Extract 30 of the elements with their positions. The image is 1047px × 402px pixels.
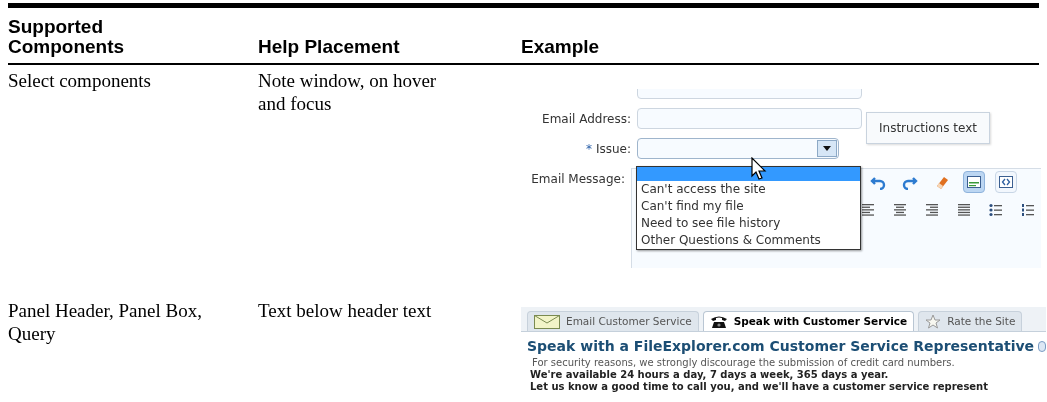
field-label: Email Message: bbox=[530, 171, 625, 188]
star-icon bbox=[925, 314, 942, 329]
table-cell-text: Select components bbox=[8, 69, 152, 93]
dropdown-option[interactable]: Can't access the site bbox=[637, 181, 860, 198]
table-cell-text: Panel Header, Panel Box, Query bbox=[8, 299, 203, 346]
help-icon[interactable] bbox=[1038, 341, 1046, 352]
envelope-icon bbox=[534, 314, 560, 329]
dropdown-option[interactable]: Can't find my file bbox=[637, 198, 860, 215]
tab[interactable]: Rate the Site bbox=[918, 311, 1023, 331]
field-label: Email Address: bbox=[541, 111, 631, 128]
tab[interactable]: Email Customer Service bbox=[527, 311, 699, 331]
dropdown-option[interactable]: Other Questions & Comments bbox=[637, 232, 860, 249]
tab[interactable]: Speak with Customer Service bbox=[702, 311, 915, 331]
panel-heading: Speak with a FileExplorer.com Customer Service Representative bbox=[527, 337, 1035, 356]
note-window: Instructions text bbox=[866, 112, 990, 144]
field-label: * Issue: bbox=[585, 141, 631, 158]
table-cell-text: Note window, on hover and focus bbox=[258, 69, 438, 116]
table-cell-text: Text below header text bbox=[258, 299, 433, 323]
design-view-icon[interactable] bbox=[963, 171, 985, 193]
column-header: Example bbox=[521, 37, 601, 57]
telephone-icon bbox=[709, 314, 728, 329]
panel-text: For security reasons, we strongly discourage the submission of credit card numbers. bbox=[531, 357, 956, 369]
dropdown-option[interactable]: Need to see file history bbox=[637, 215, 860, 232]
source-view-icon[interactable] bbox=[995, 171, 1017, 193]
column-header: Supported Components bbox=[8, 17, 126, 57]
select-field[interactable] bbox=[637, 138, 839, 159]
input-field[interactable] bbox=[637, 108, 862, 129]
panel-text: Let us know a good time to call you, and we'll have a customer service represent bbox=[530, 381, 989, 393]
panel-text: We're available 24 hours a day, 7 days a week, 365 days a year. bbox=[530, 369, 890, 381]
column-header: Help Placement bbox=[258, 37, 401, 57]
